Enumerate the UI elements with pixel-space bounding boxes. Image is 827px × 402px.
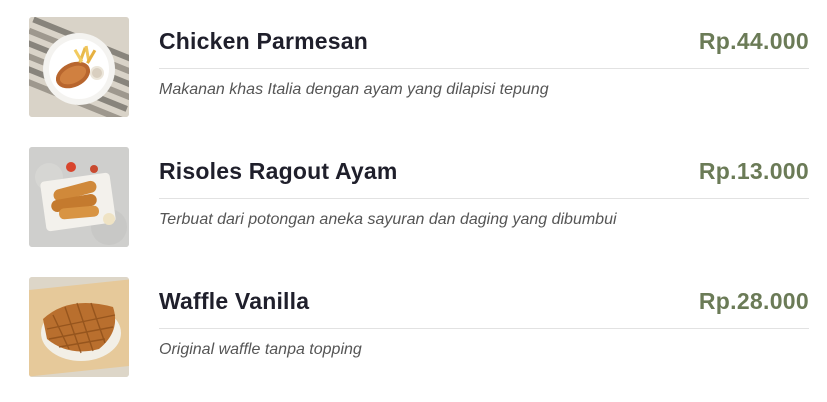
item-name: Risoles Ragout Ayam	[159, 158, 398, 184]
item-price: Rp.13.000	[698, 158, 809, 184]
waffle-image[interactable]	[29, 277, 129, 377]
item-name: Chicken Parmesan	[159, 28, 369, 54]
chicken-parmesan-image[interactable]	[29, 17, 129, 117]
item-description: Original waffle tanpa topping	[159, 341, 362, 358]
chicken-parmesan-photo-icon	[29, 17, 129, 117]
menu-item[interactable]: Waffle Vanilla Rp.28.000 Original waffle…	[29, 277, 809, 377]
item-name: Waffle Vanilla	[159, 288, 310, 314]
waffle-photo-icon	[29, 277, 129, 377]
risoles-image[interactable]	[29, 147, 129, 247]
divider	[159, 328, 809, 329]
divider	[159, 198, 809, 199]
item-description: Terbuat dari potongan aneka sayuran dan …	[159, 211, 617, 228]
menu-item[interactable]: Chicken Parmesan Rp.44.000 Makanan khas …	[29, 17, 809, 117]
item-description: Makanan khas Italia dengan ayam yang dil…	[159, 81, 549, 98]
risoles-photo-icon	[29, 147, 129, 247]
menu-item[interactable]: Risoles Ragout Ayam Rp.13.000 Terbuat da…	[29, 147, 809, 247]
item-price: Rp.28.000	[698, 288, 809, 314]
menu-list: Chicken Parmesan Rp.44.000 Makanan khas …	[0, 0, 827, 402]
item-price: Rp.44.000	[698, 28, 809, 54]
divider	[159, 68, 809, 69]
